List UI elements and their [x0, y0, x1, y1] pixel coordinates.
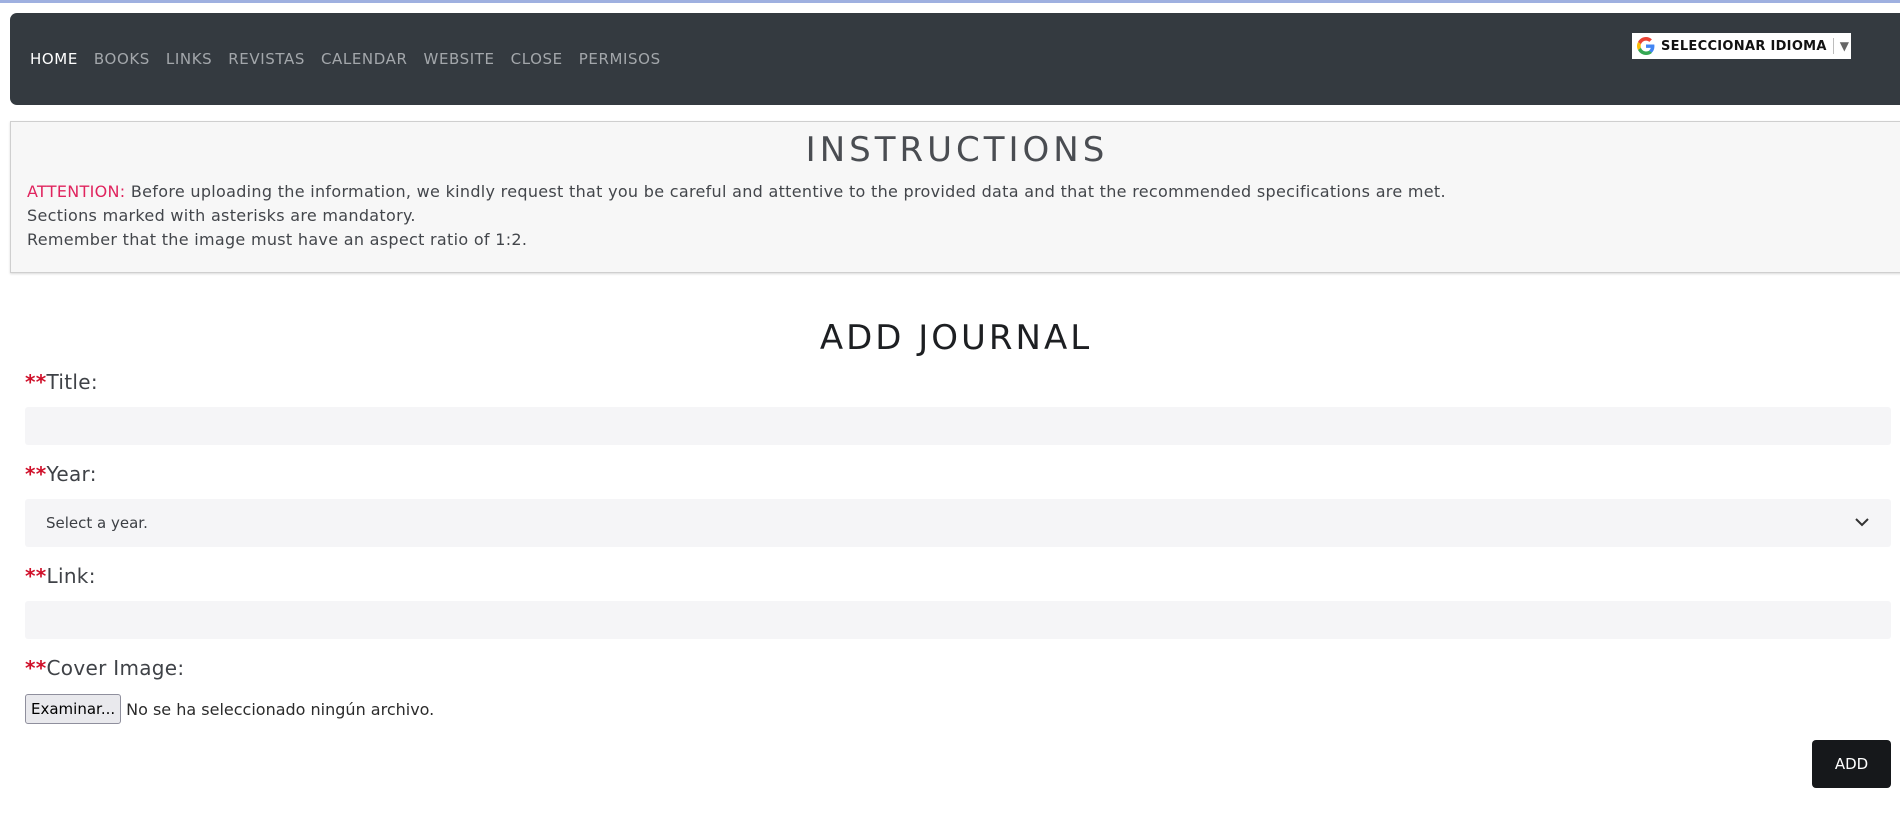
link-input[interactable] [25, 601, 1891, 639]
nav-item-calendar[interactable]: CALENDAR [321, 50, 408, 68]
title-label: **Title: [25, 370, 98, 394]
form-title: ADD JOURNAL [819, 318, 1093, 358]
nav-item-website[interactable]: WEBSITE [424, 50, 495, 68]
instructions-title: INSTRUCTIONS [805, 130, 1109, 170]
instructions-line-attention: ATTENTION: Before uploading the informat… [27, 180, 1446, 204]
instructions-line-aspect: Remember that the image must have an asp… [27, 230, 528, 249]
file-status-text: No se ha seleccionado ningún archivo. [126, 699, 435, 719]
required-marker: ** [25, 370, 47, 394]
instructions-line-mandatory: Sections marked with asterisks are manda… [27, 206, 416, 225]
add-button[interactable]: ADD [1812, 740, 1891, 788]
required-marker: ** [25, 564, 47, 588]
attention-text: Before uploading the information, we kin… [125, 182, 1446, 201]
nav-item-revistas[interactable]: REVISTAS [228, 50, 305, 68]
navbar: HOME BOOKS LINKS REVISTAS CALENDAR WEBSI… [10, 13, 1900, 105]
language-selector[interactable]: SELECCIONAR IDIOMA ▼ [1632, 33, 1851, 59]
year-select[interactable]: Select a year. [25, 499, 1891, 547]
cover-image-label: **Cover Image: [25, 656, 184, 680]
instructions-panel: INSTRUCTIONS ATTENTION: Before uploading… [10, 121, 1900, 273]
year-label-text: Year: [46, 462, 97, 486]
year-select-value: Select a year. [46, 514, 148, 532]
link-label: **Link: [25, 564, 96, 588]
nav-item-permisos[interactable]: PERMISOS [579, 50, 661, 68]
nav-item-home[interactable]: HOME [30, 50, 78, 68]
dropdown-arrow-icon: ▼ [1839, 39, 1850, 53]
cover-image-file-input: Examinar... No se ha seleccionado ningún… [25, 694, 434, 724]
instructions-text: ATTENTION: Before uploading the informat… [27, 180, 1446, 252]
link-label-text: Link: [46, 564, 96, 588]
nav-item-close[interactable]: CLOSE [511, 50, 563, 68]
divider [1832, 38, 1834, 54]
nav-item-books[interactable]: BOOKS [94, 50, 150, 68]
year-label: **Year: [25, 462, 97, 486]
cover-image-label-text: Cover Image: [46, 656, 185, 680]
language-selector-label: SELECCIONAR IDIOMA [1661, 38, 1827, 54]
required-marker: ** [25, 656, 47, 680]
nav-item-links[interactable]: LINKS [166, 50, 212, 68]
attention-label: ATTENTION: [27, 182, 126, 201]
title-label-text: Title: [46, 370, 98, 394]
required-marker: ** [25, 462, 47, 486]
chevron-down-icon [1855, 518, 1869, 527]
top-accent-line [0, 0, 1900, 3]
title-input[interactable] [25, 407, 1891, 445]
nav-links: HOME BOOKS LINKS REVISTAS CALENDAR WEBSI… [30, 13, 677, 105]
browse-file-button[interactable]: Examinar... [25, 694, 122, 724]
google-icon [1637, 37, 1655, 55]
